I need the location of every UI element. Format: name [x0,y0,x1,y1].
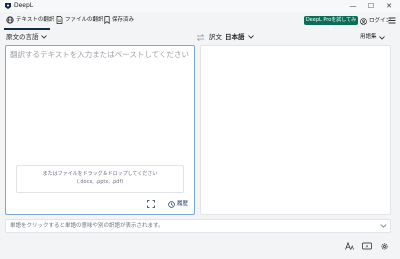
source-text-input[interactable]: 翻訳するテキストを入力またはペーストしてください [10,49,196,61]
tab-label: 保存済み [112,17,135,23]
document-icon [56,16,63,24]
gear-icon[interactable] [380,242,389,251]
tab-label: ファイルの翻訳 [65,17,104,23]
scan-icon[interactable] [147,200,155,208]
swap-languages-icon[interactable] [196,33,205,42]
glossary-button[interactable]: 用語集 [360,33,385,42]
maximize-button[interactable]: ☐ [362,0,380,12]
user-icon [360,17,367,25]
chevron-down-icon [247,35,254,39]
login-button[interactable]: ログイン [360,15,391,27]
drop-file-types: (.docx, .pptx, .pdf) [76,179,124,185]
drop-hint-text: またはファイルをドラッグ＆ドロップしてください [42,171,158,177]
history-button[interactable]: 履歴 [168,200,188,209]
font-size-icon[interactable] [345,242,354,250]
chevron-down-icon [378,35,385,40]
try-pro-button[interactable]: DeepL Proを試してみる [304,16,358,32]
chevron-down-icon[interactable] [380,223,387,229]
svg-text:A: A [366,245,369,249]
source-language-selector[interactable]: 原文の言語 [6,32,47,42]
target-language-selector[interactable]: 訳文 日本語 [209,32,254,42]
keyboard-shortcut-icon[interactable]: A [362,242,372,250]
active-tab-indicator [4,28,50,30]
hamburger-menu-icon[interactable] [388,17,396,24]
target-text-panel [200,45,391,215]
tab-saved[interactable]: 保存済み [104,14,134,26]
history-icon [168,201,175,208]
glossary-label: 用語集 [360,34,377,40]
deepl-logo-icon [5,3,11,9]
tab-text-translation[interactable]: テキストの翻訳 [6,14,54,26]
minimize-button[interactable]: — [344,0,362,12]
tab-file-translation[interactable]: ファイルの翻訳 [56,14,104,26]
source-language-label: 原文の言語 [6,33,39,41]
globe-icon [6,16,14,24]
dictionary-hint: 単語をクリックすると単語の意味や別の訳語が表示されます。 [10,223,164,229]
title-bar [0,0,400,12]
close-button[interactable]: ✕ [380,0,398,12]
tab-label: テキストの翻訳 [16,17,55,23]
target-prefix-label: 訳文 [209,33,222,41]
target-language-label: 日本語 [225,33,245,41]
history-label: 履歴 [177,201,189,207]
bookmark-icon [104,16,110,24]
window-title: DeepL [14,2,34,9]
chevron-down-icon [40,35,47,39]
